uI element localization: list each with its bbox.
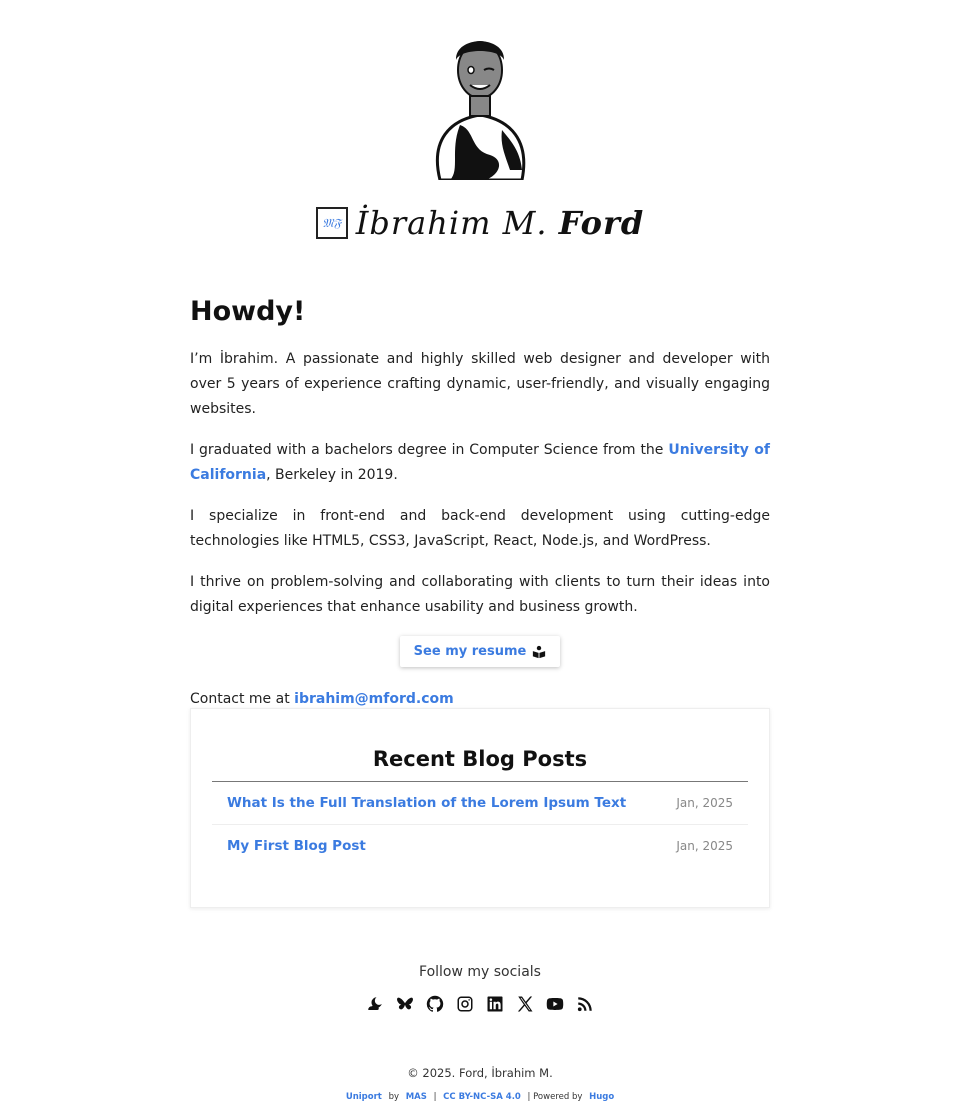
site-name: İbrahim M. Ford — [356, 204, 645, 242]
site-name-first: İbrahim M. — [355, 204, 548, 242]
recent-posts-card: Recent Blog Posts What Is the Full Trans… — [190, 708, 770, 908]
hugo-link[interactable]: Hugo — [589, 1092, 614, 1102]
footer-credits: Uniport by MAS | CC BY-NC-SA 4.0 | Power… — [0, 1092, 960, 1102]
logo-mark: 𝔐𝔉 — [315, 207, 348, 239]
intro-p2-before: I graduated with a bachelors degree in C… — [190, 442, 669, 458]
intro-paragraph-3: I specialize in front-end and back-end d… — [190, 508, 770, 549]
contact-line: Contact me at ibrahim@mford.com — [190, 691, 770, 707]
recent-posts-title: Recent Blog Posts — [372, 747, 588, 771]
socials-section: Follow my socials — [0, 964, 960, 1014]
author-link[interactable]: MAS — [406, 1092, 427, 1102]
site-brand[interactable]: 𝔐𝔉 İbrahim M. Ford — [0, 204, 960, 242]
copyright: © 2025. Ford, İbrahim M. — [407, 1066, 553, 1080]
social-icons — [0, 994, 960, 1014]
page-title: Howdy! — [190, 296, 306, 327]
intro-section: Howdy! I’m İbrahim. A passionate and hig… — [190, 296, 770, 731]
post-link[interactable]: What Is the Full Translation of the Lore… — [227, 795, 626, 811]
avatar — [0, 30, 960, 184]
resume-button-label: See my resume — [413, 644, 527, 659]
site-name-last: Ford — [558, 204, 645, 242]
intro-p2-after: , Berkeley in 2019. — [266, 467, 398, 483]
post-date: Jan, 2025 — [676, 796, 733, 810]
avatar-illustration — [435, 41, 526, 180]
contact-prefix: Contact me at — [190, 691, 295, 707]
separator: | — [433, 1092, 437, 1102]
intro-paragraph-1: I’m İbrahim. A passionate and highly ski… — [190, 351, 770, 417]
intro-paragraph-2: I graduated with a bachelors degree in C… — [190, 438, 770, 488]
powered-by-label: | Powered by — [527, 1092, 583, 1102]
post-link[interactable]: My First Blog Post — [227, 838, 366, 854]
theme-link[interactable]: Uniport — [346, 1092, 382, 1102]
github-icon[interactable] — [425, 994, 445, 1014]
weather-cloud-moon-icon[interactable] — [365, 994, 385, 1014]
email-link[interactable]: ibrahim@mford.com — [294, 691, 454, 707]
license-link[interactable]: CC BY-NC-SA 4.0 — [443, 1092, 521, 1102]
youtube-icon[interactable] — [545, 994, 565, 1014]
reader-icon — [533, 645, 546, 658]
resume-row: See my resume — [190, 636, 770, 667]
rss-icon[interactable] — [575, 994, 595, 1014]
bluesky-icon[interactable] — [395, 994, 415, 1014]
by-label: by — [388, 1092, 399, 1102]
linkedin-icon[interactable] — [485, 994, 505, 1014]
x-icon[interactable] — [515, 994, 535, 1014]
list-item: My First Blog Post Jan, 2025 — [212, 825, 748, 867]
resume-button[interactable]: See my resume — [399, 636, 561, 667]
footer: © 2025. Ford, İbrahim M. Uniport by MAS … — [0, 1066, 960, 1102]
post-date: Jan, 2025 — [676, 839, 733, 853]
intro-paragraph-4: I thrive on problem-solving and collabor… — [190, 574, 770, 615]
list-item: What Is the Full Translation of the Lore… — [212, 782, 748, 825]
instagram-icon[interactable] — [455, 994, 475, 1014]
socials-label: Follow my socials — [419, 964, 541, 980]
